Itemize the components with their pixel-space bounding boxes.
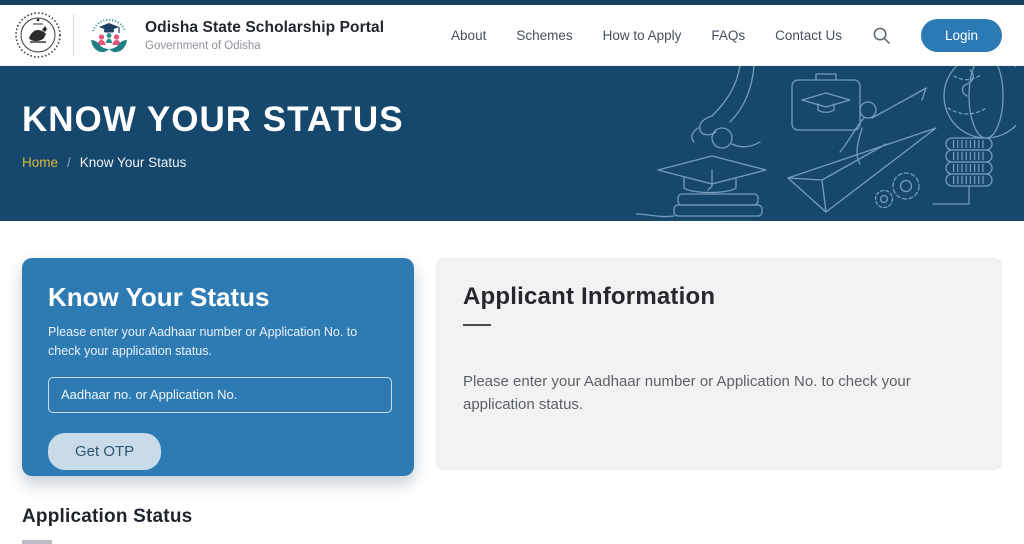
applicant-information-card: Applicant Information Please enter your … (436, 258, 1002, 470)
aadhaar-or-application-input[interactable] (48, 377, 392, 413)
login-button[interactable]: Login (921, 19, 1002, 52)
know-your-status-card: Know Your Status Please enter your Aadha… (22, 258, 414, 476)
nav-contact-us[interactable]: Contact Us (775, 28, 842, 43)
page-title: KNOW YOUR STATUS (22, 66, 1002, 140)
main-nav: About Schemes How to Apply FAQs Contact … (451, 19, 1002, 52)
odisha-government-emblem-logo (14, 11, 62, 59)
scholarship-portal-logo (85, 11, 133, 59)
hero-banner: KNOW YOUR STATUS Home / Know Your Status (0, 66, 1024, 221)
search-icon[interactable] (872, 26, 891, 45)
site-header: Odisha State Scholarship Portal Governme… (0, 5, 1024, 66)
breadcrumb-current: Know Your Status (80, 155, 187, 170)
portal-title: Odisha State Scholarship Portal (145, 19, 384, 37)
application-status-title: Application Status (22, 506, 1002, 528)
get-otp-button[interactable]: Get OTP (48, 433, 161, 470)
logo-divider (73, 14, 74, 56)
nav-schemes[interactable]: Schemes (516, 28, 572, 43)
portal-subtitle: Government of Odisha (145, 40, 384, 52)
breadcrumb-separator: / (67, 155, 71, 170)
application-status-underline-dash (22, 540, 52, 544)
nav-faqs[interactable]: FAQs (711, 28, 745, 43)
breadcrumb: Home / Know Your Status (22, 155, 1002, 170)
main-content: Know Your Status Please enter your Aadha… (0, 221, 1024, 544)
title-underline-dash (463, 324, 491, 326)
application-status-section: Application Status (22, 506, 1002, 544)
status-card-description: Please enter your Aadhaar number or Appl… (48, 323, 388, 361)
nav-about[interactable]: About (451, 28, 486, 43)
breadcrumb-home-link[interactable]: Home (22, 155, 58, 170)
applicant-info-title: Applicant Information (463, 283, 975, 311)
brand-text: Odisha State Scholarship Portal Governme… (145, 19, 384, 52)
nav-how-to-apply[interactable]: How to Apply (603, 28, 682, 43)
applicant-info-description: Please enter your Aadhaar number or Appl… (463, 370, 968, 417)
status-card-title: Know Your Status (48, 282, 388, 313)
